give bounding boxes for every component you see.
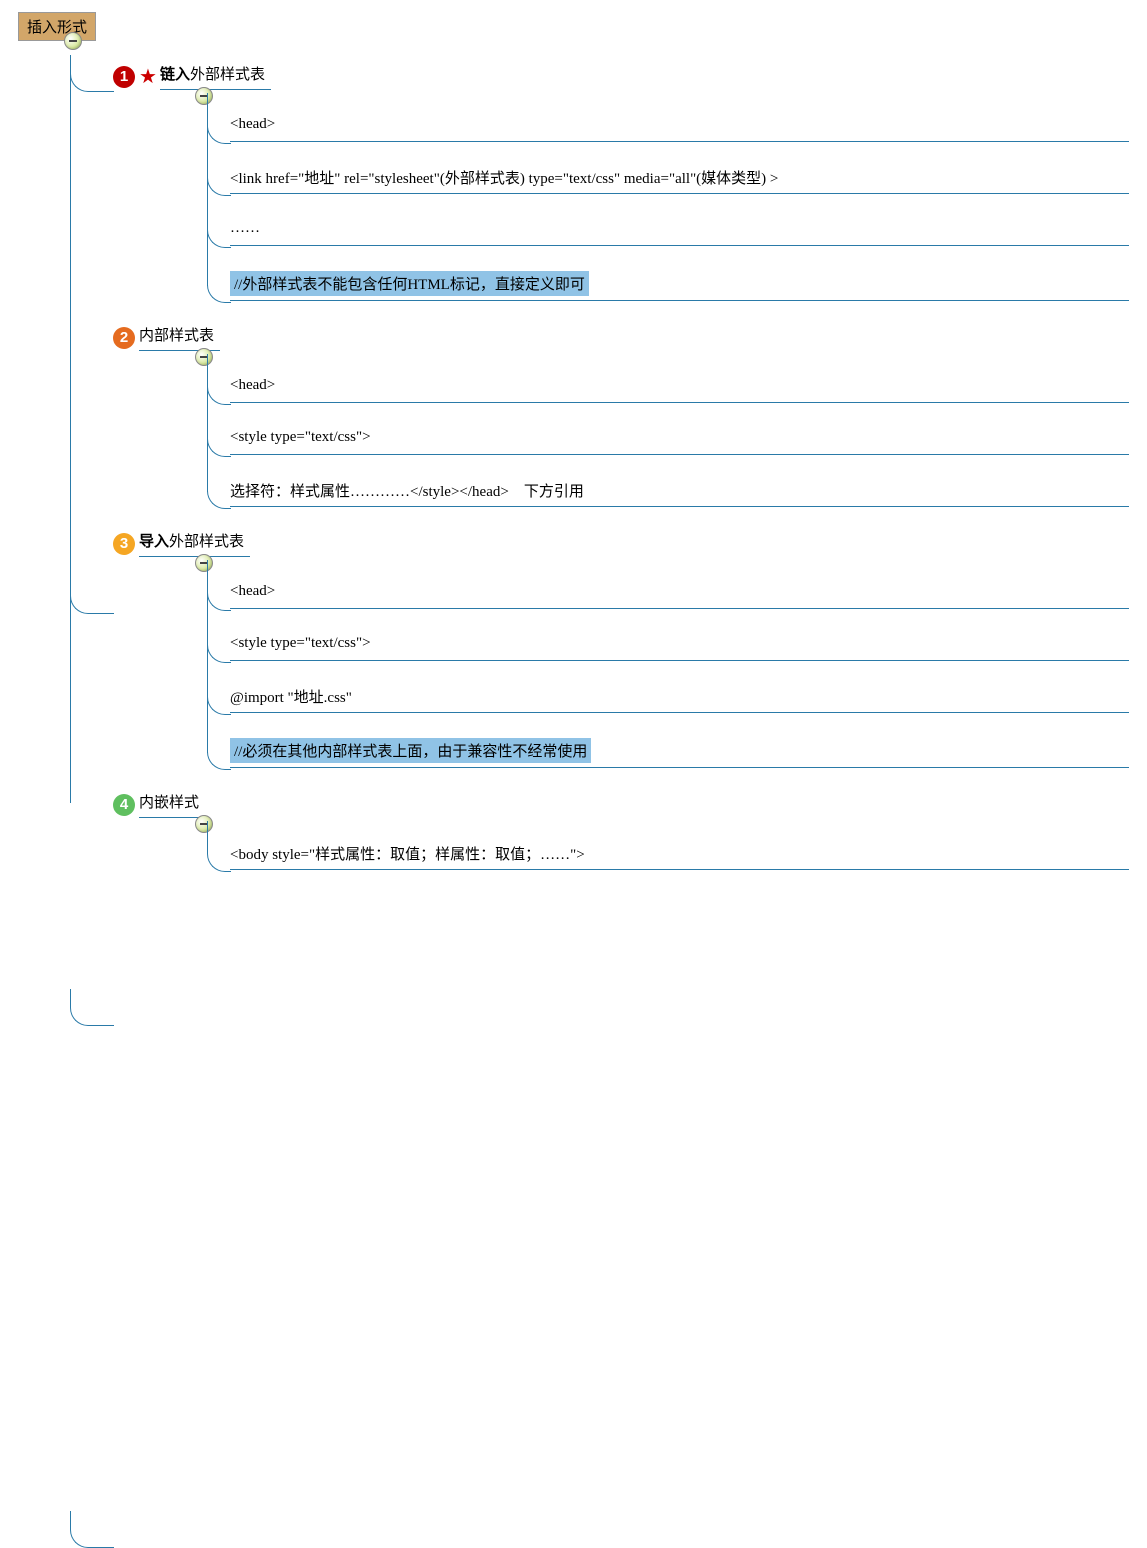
number-badge: 3: [113, 533, 135, 555]
child-node: <body style="样式属性：取值；样属性：取值；……">: [148, 839, 1129, 873]
branch-title: 内部样式表: [139, 324, 220, 351]
branch-2: 2内部样式表 <head> <style type="text/css"> 选择符：样…: [18, 320, 1129, 510]
leaf-text: <head>: [230, 376, 1129, 403]
leaf-row[interactable]: <head>: [230, 578, 1129, 612]
leaf-text: <head>: [230, 115, 1129, 142]
child-node: <style type="text/css">: [148, 424, 1129, 458]
connector-line: [207, 354, 208, 492]
star-icon: ★: [139, 67, 157, 87]
child-node: @import "地址.css": [148, 682, 1129, 716]
child-node: ……: [148, 215, 1129, 249]
leaf-row[interactable]: <head>: [230, 111, 1129, 145]
leaf-row[interactable]: <link href="地址" rel="stylesheet"(外部样式表) …: [230, 163, 1129, 197]
leaf-row[interactable]: @import "地址.css": [230, 682, 1129, 716]
branch-title: 链入外部样式表: [160, 63, 271, 90]
number-badge: 2: [113, 327, 135, 349]
branch-title-row[interactable]: 1★链入外部样式表: [113, 59, 1129, 93]
branch-title-row[interactable]: 2内部样式表: [113, 320, 1129, 354]
leaf-text: <body style="样式属性：取值；样属性：取值；……">: [230, 843, 1129, 870]
leaf-text: ……: [230, 219, 1129, 246]
child-node: <head>: [148, 372, 1129, 406]
connector-line: [70, 1511, 114, 1548]
leaf-text: 选择符：样式属性…………</style></head> 下方引用: [230, 480, 1129, 507]
leaf-row[interactable]: ……: [230, 215, 1129, 249]
number-badge: 4: [113, 794, 135, 816]
child-node: //必须在其他内部样式表上面，由于兼容性不经常使用: [148, 734, 1129, 771]
leaf-row[interactable]: <style type="text/css">: [230, 630, 1129, 664]
branch-4: 4内嵌样式 <body style="样式属性：取值；样属性：取值；……">: [18, 787, 1129, 873]
branch-1: 1★链入外部样式表 <head> <link href="地址" rel="styl…: [18, 59, 1129, 304]
child-node: //外部样式表不能包含任何HTML标记，直接定义即可: [148, 267, 1129, 304]
branch-3: 3导入外部样式表 <head> <style type="text/css"> @im…: [18, 526, 1129, 771]
leaf-text: //外部样式表不能包含任何HTML标记，直接定义即可: [230, 271, 1129, 301]
child-node: <head>: [148, 578, 1129, 612]
branch-title-row[interactable]: 3导入外部样式表: [113, 526, 1129, 560]
leaf-row[interactable]: <body style="样式属性：取值；样属性：取值；……">: [230, 839, 1129, 873]
leaf-row[interactable]: <style type="text/css">: [230, 424, 1129, 458]
leaf-row[interactable]: 选择符：样式属性…………</style></head> 下方引用: [230, 476, 1129, 510]
child-node: <head>: [148, 111, 1129, 145]
branch-title-row[interactable]: 4内嵌样式: [113, 787, 1129, 821]
collapse-icon[interactable]: [64, 32, 82, 50]
leaf-text: @import "地址.css": [230, 686, 1129, 713]
leaf-text: <head>: [230, 582, 1129, 609]
branch-title: 内嵌样式: [139, 791, 205, 818]
children: <head> <style type="text/css"> 选择符：样式属性…………: [148, 372, 1129, 510]
leaf-text: <style type="text/css">: [230, 634, 1129, 661]
connector-line: [207, 560, 231, 770]
connector-line: [70, 989, 114, 1026]
branch-title: 导入外部样式表: [139, 530, 250, 557]
connector-line: [207, 354, 231, 509]
mindmap-tree: 插入形式 1★链入外部样式表 <head> <link href="地址" rel=…: [18, 12, 1129, 873]
leaf-text: <link href="地址" rel="stylesheet"(外部样式表) …: [230, 167, 1129, 194]
children: <body style="样式属性：取值；样属性：取值；……">: [148, 839, 1129, 873]
leaf-row[interactable]: //必须在其他内部样式表上面，由于兼容性不经常使用: [230, 734, 1129, 771]
child-node: <style type="text/css">: [148, 630, 1129, 664]
leaf-text: <style type="text/css">: [230, 428, 1129, 455]
connector-line: [70, 55, 114, 92]
children: <head> <style type="text/css"> @import "地址…: [148, 578, 1129, 771]
root-node: 插入形式: [18, 12, 96, 41]
connector-line: [207, 93, 208, 286]
child-node: <link href="地址" rel="stylesheet"(外部样式表) …: [148, 163, 1129, 197]
leaf-row[interactable]: <head>: [230, 372, 1129, 406]
connector-line: [70, 59, 71, 803]
connector-line: [207, 821, 231, 872]
children: <head> <link href="地址" rel="stylesheet"(外…: [148, 111, 1129, 304]
leaf-text: //必须在其他内部样式表上面，由于兼容性不经常使用: [230, 738, 1129, 768]
connector-line: [207, 93, 231, 303]
number-badge: 1: [113, 66, 135, 88]
child-node: 选择符：样式属性…………</style></head> 下方引用: [148, 476, 1129, 510]
connector-line: [207, 560, 208, 753]
leaf-row[interactable]: //外部样式表不能包含任何HTML标记，直接定义即可: [230, 267, 1129, 304]
